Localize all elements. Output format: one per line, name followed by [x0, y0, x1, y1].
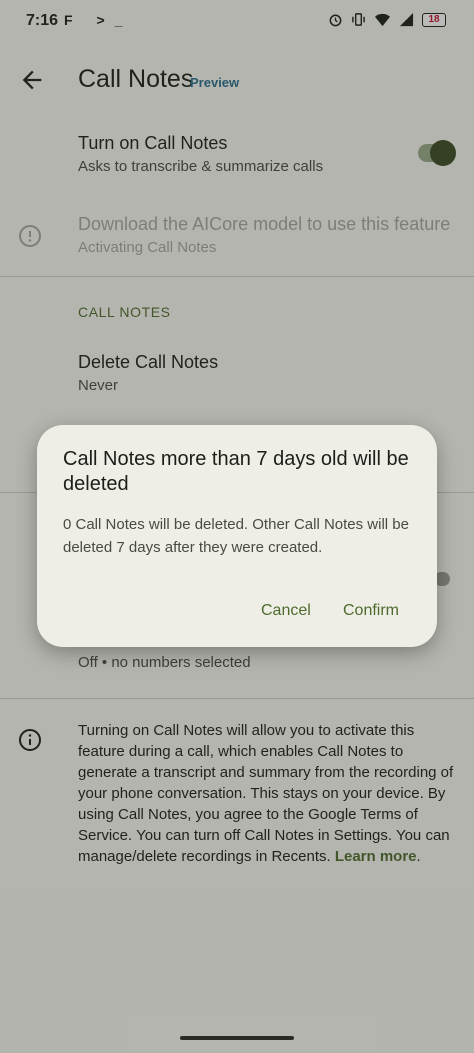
delete-confirmation-dialog: Call Notes more than 7 days old will be … — [37, 425, 437, 647]
dialog-body: 0 Call Notes will be deleted. Other Call… — [63, 516, 409, 556]
cancel-button[interactable]: Cancel — [249, 591, 323, 631]
dialog-title: Call Notes more than 7 days old will be … — [63, 448, 409, 495]
confirm-button[interactable]: Confirm — [331, 591, 411, 631]
gesture-nav-handle[interactable] — [180, 1036, 294, 1040]
call-notes-settings-screen: 7:16 F >_ 18 Call Notes Preview Turn on … — [0, 0, 474, 1053]
